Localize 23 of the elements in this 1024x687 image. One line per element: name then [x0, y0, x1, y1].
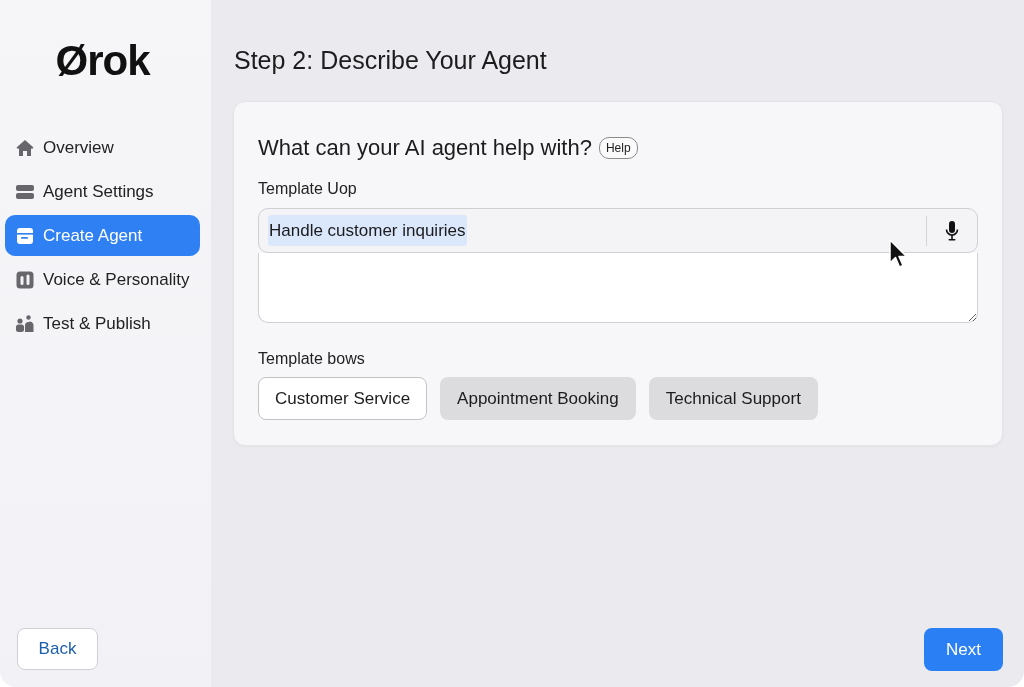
sidebar-item[interactable]: Voice & Personality [5, 259, 200, 300]
question-heading: What can your AI agent help with? [258, 134, 592, 162]
template-option[interactable]: Technical Support [648, 377, 818, 420]
template-option[interactable]: Customer Service [258, 377, 428, 420]
home-icon [16, 138, 34, 157]
template-option[interactable]: Appointment Booking [440, 377, 636, 420]
back-button[interactable]: Back [17, 628, 98, 670]
microphone-icon [945, 220, 959, 241]
drawer-icon [16, 226, 34, 245]
sidebar-item[interactable]: Overview [5, 127, 200, 168]
sidebar-item[interactable]: Agent Settings [5, 171, 200, 212]
page-title: Step 2: Describe Your Agent [234, 45, 547, 75]
mouse-pointer-icon [888, 239, 908, 269]
sidebar-item[interactable]: Create Agent [5, 215, 200, 256]
two-bars-tile-icon [16, 270, 34, 289]
field-label: Template Uop [258, 179, 357, 199]
logo-text: Ørok [55, 38, 150, 84]
next-button[interactable]: Next [924, 628, 1003, 671]
stacked-bars-icon [16, 182, 34, 201]
field-label: Template bows [258, 349, 365, 369]
help-badge[interactable]: Help [598, 137, 638, 159]
sidebar-item[interactable]: Test & Publish [5, 303, 200, 344]
people-icon [16, 314, 34, 333]
